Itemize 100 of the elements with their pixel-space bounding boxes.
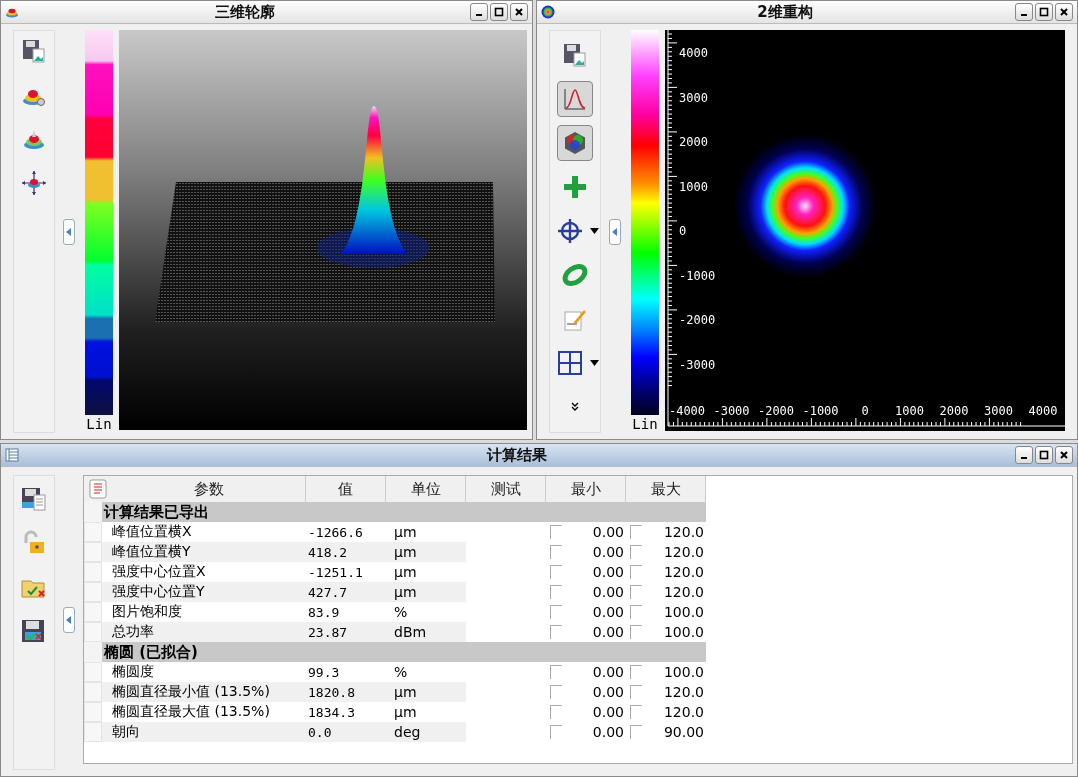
min-value: 0.00 xyxy=(591,664,625,680)
row-header[interactable] xyxy=(84,602,102,622)
checkbox[interactable] xyxy=(550,685,562,699)
close-button[interactable] xyxy=(510,3,528,21)
axis-tick-label: 1000 xyxy=(679,179,708,194)
checkbox[interactable] xyxy=(550,705,562,719)
row-header[interactable] xyxy=(84,722,102,742)
value-cell: -1266.6 xyxy=(308,524,363,540)
axis-tick-label: 3000 xyxy=(679,90,708,105)
row-header[interactable] xyxy=(84,522,102,542)
close-button[interactable] xyxy=(1055,446,1073,464)
unit-cell: deg xyxy=(394,724,421,740)
unit-cell: µm xyxy=(394,544,417,560)
checkbox[interactable] xyxy=(550,665,562,679)
checkbox[interactable] xyxy=(550,625,562,639)
maximize-icon xyxy=(1039,450,1049,460)
checkbox[interactable] xyxy=(630,685,642,699)
max-value: 100.0 xyxy=(662,604,705,620)
move-arrows-icon[interactable] xyxy=(21,170,47,196)
axis-tick-label: 0 xyxy=(861,404,869,418)
gaussian-curve-icon xyxy=(562,86,588,112)
checkbox[interactable] xyxy=(630,545,642,559)
minimize-button[interactable] xyxy=(1015,446,1033,464)
max-value: 90.00 xyxy=(662,724,705,740)
checkbox[interactable] xyxy=(550,545,562,559)
unit-cell: µm xyxy=(394,704,417,720)
maximize-icon xyxy=(1039,7,1049,17)
group-heading: 椭圆 (已拟合) xyxy=(102,642,198,662)
row-header[interactable] xyxy=(84,682,102,702)
minimize-button[interactable] xyxy=(1015,3,1033,21)
parameter-name: 椭圆度 xyxy=(112,663,154,681)
minimize-icon xyxy=(1021,457,1027,459)
unit-cell: % xyxy=(394,664,408,680)
toggle-button[interactable] xyxy=(557,81,593,117)
parameter-name: 总功率 xyxy=(112,623,154,641)
axis-tick-label: 4000 xyxy=(1028,404,1058,418)
minimize-icon xyxy=(476,14,482,16)
value-cell: 1834.3 xyxy=(308,704,355,720)
max-value: 120.0 xyxy=(662,684,705,700)
axis-tick-label: 2000 xyxy=(679,135,708,149)
max-value: 100.0 xyxy=(662,624,705,640)
row-header[interactable] xyxy=(84,582,102,602)
close-icon xyxy=(514,7,524,17)
parameter-name: 椭圆直径最大值 (13.5%) xyxy=(112,703,270,721)
unit-cell: µm xyxy=(394,584,417,600)
caret-icon[interactable] xyxy=(589,228,599,234)
row-header[interactable] xyxy=(84,702,102,722)
unit-cell: dBm xyxy=(394,624,427,640)
max-value: 100.0 xyxy=(662,664,705,680)
save-document-icon[interactable] xyxy=(20,485,48,513)
maximize-button[interactable] xyxy=(1035,446,1053,464)
checkbox[interactable] xyxy=(630,605,642,619)
min-value: 0.00 xyxy=(591,704,625,720)
unit-cell: µm xyxy=(394,684,417,700)
unit-cell: µm xyxy=(394,524,417,540)
checkbox[interactable] xyxy=(630,625,642,639)
row-header[interactable] xyxy=(84,662,102,682)
save-image-icon[interactable] xyxy=(21,38,47,64)
checkbox[interactable] xyxy=(630,585,642,599)
list-icon xyxy=(5,448,19,462)
row-header[interactable] xyxy=(84,542,102,562)
caret-icon[interactable] xyxy=(589,360,599,366)
axis-tick-label: -1000 xyxy=(679,268,716,283)
max-value: 120.0 xyxy=(662,564,705,580)
close-button[interactable] xyxy=(1055,3,1073,21)
checkbox[interactable] xyxy=(630,565,642,579)
checkbox[interactable] xyxy=(550,525,562,539)
min-value: 0.00 xyxy=(591,684,625,700)
checkbox[interactable] xyxy=(550,725,562,739)
max-value: 120.0 xyxy=(662,584,705,600)
max-value: 120.0 xyxy=(662,704,705,720)
collapse-button[interactable] xyxy=(609,218,621,245)
checkbox[interactable] xyxy=(550,605,562,619)
document-icon[interactable] xyxy=(89,479,107,499)
parameter-name: 峰值位置横Y xyxy=(112,543,191,561)
color-hexagon-icon xyxy=(562,130,588,156)
checkbox[interactable] xyxy=(630,525,642,539)
axis-tick-label: 4000 xyxy=(679,46,708,60)
row-header[interactable] xyxy=(84,562,102,582)
checkbox[interactable] xyxy=(550,565,562,579)
minimize-button[interactable] xyxy=(470,3,488,21)
toggle-button[interactable] xyxy=(557,125,593,161)
collapse-button[interactable] xyxy=(63,607,75,633)
checkbox[interactable] xyxy=(630,665,642,679)
maximize-button[interactable] xyxy=(1035,3,1053,21)
max-value: 120.0 xyxy=(662,524,705,540)
parameter-name: 椭圆直径最小值 (13.5%) xyxy=(112,683,270,701)
checkbox[interactable] xyxy=(550,585,562,599)
min-value: 0.00 xyxy=(591,584,625,600)
row-header[interactable] xyxy=(84,622,102,642)
close-icon xyxy=(1059,450,1069,460)
checkbox[interactable] xyxy=(630,705,642,719)
maximize-button[interactable] xyxy=(490,3,508,21)
checkbox[interactable] xyxy=(630,725,642,739)
close-icon xyxy=(1059,7,1069,17)
collapse-button[interactable] xyxy=(63,218,75,245)
unit-cell: µm xyxy=(394,564,417,580)
value-cell: -1251.1 xyxy=(308,564,363,580)
window-title: 2维重构 xyxy=(756,2,814,22)
parameter-name: 峰值位置横X xyxy=(112,523,192,541)
